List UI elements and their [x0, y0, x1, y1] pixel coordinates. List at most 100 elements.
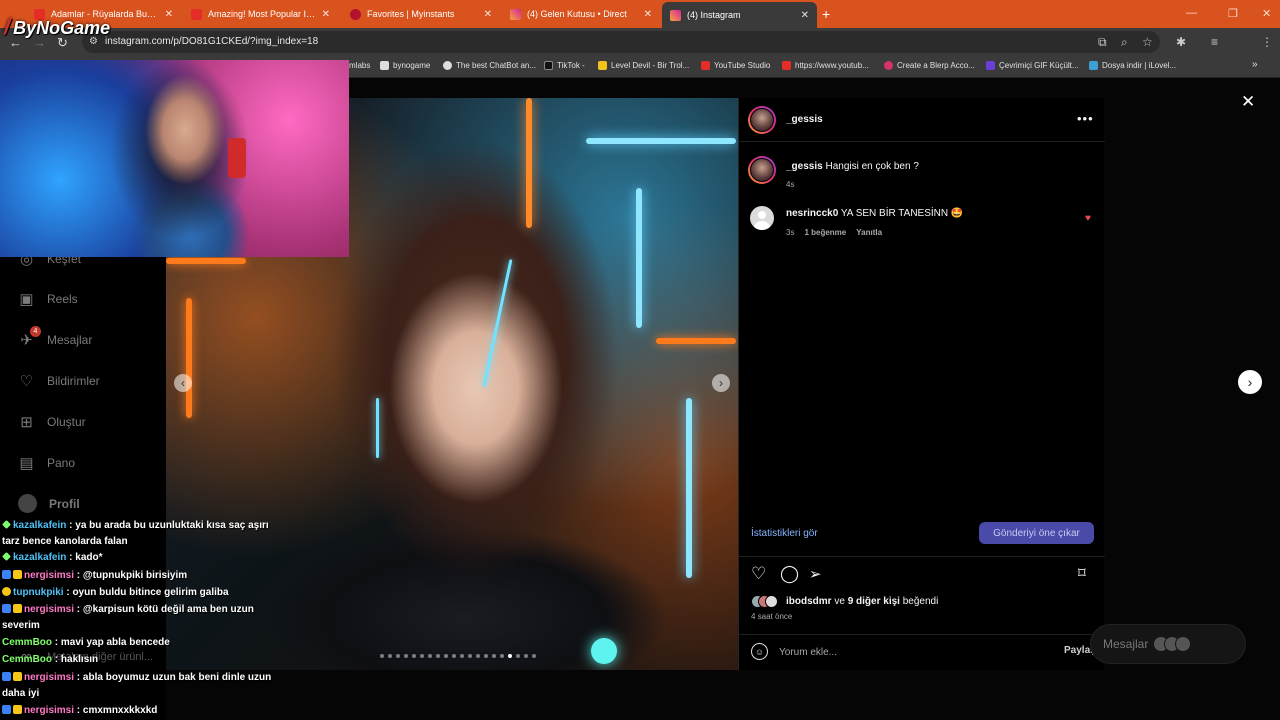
close-tab-icon[interactable]: ✕	[322, 9, 330, 20]
sidebar-item-notifications[interactable]: ♡ Bildirimler	[18, 372, 100, 390]
bookmark-label: Create a Blerp Acco...	[897, 61, 975, 70]
share-icon[interactable]: ➢	[809, 565, 822, 583]
avatar[interactable]	[750, 206, 774, 230]
bookmark-item[interactable]: Create a Blerp Acco...	[884, 61, 975, 70]
chat-user: CemmBoo	[2, 654, 53, 665]
sidebar-item-create[interactable]: ⊞ Oluştur	[18, 413, 85, 431]
comment-time: 3s	[786, 228, 795, 237]
sidebar-item-label: Pano	[47, 455, 76, 470]
comment-like-icon[interactable]: ♥	[1085, 213, 1091, 224]
badge-icon	[2, 672, 11, 681]
bookmark-item[interactable]: https://www.youtub...	[782, 61, 869, 70]
carousel-next-button[interactable]: ›	[712, 374, 730, 392]
post-header: _gessis •••	[739, 98, 1105, 142]
save-icon[interactable]: ⌑	[1078, 564, 1086, 582]
menu-kebab-icon[interactable]: ⋮	[1261, 35, 1273, 49]
bookmark-item[interactable]: YouTube Studio	[701, 61, 770, 70]
playlist-icon[interactable]: ≡	[1211, 35, 1218, 49]
bookmark-icon	[380, 61, 389, 70]
sidebar-item-messages[interactable]: ✈ 4 Mesajlar	[18, 326, 93, 349]
bookmark-label: Dosya indir | iLovel...	[1102, 61, 1177, 70]
bookmark-item[interactable]: TikTok -	[544, 61, 585, 70]
chat-message: tupnukpiki : oyun buldu bitince gelirim …	[2, 585, 272, 601]
install-app-icon[interactable]: ⧉	[1098, 35, 1107, 50]
close-tab-icon[interactable]: ✕	[644, 9, 652, 20]
comment-likes[interactable]: 1 beğenme	[804, 228, 846, 237]
sidebar-item-reels[interactable]: ▣ Reels	[18, 290, 77, 308]
chat-message: CemmBoo : haklısın	[2, 652, 272, 668]
liked-by-user[interactable]: ibodsdmr	[786, 596, 832, 607]
plus-square-icon: ⊞	[20, 413, 33, 431]
close-window-icon[interactable]: ✕	[1262, 7, 1271, 20]
neon-light	[186, 298, 192, 418]
browser-tab[interactable]: (4) Gelen Kutusu • Direct ✕	[502, 3, 660, 25]
boost-post-button[interactable]: Gönderiyi öne çıkar	[979, 522, 1094, 544]
chest-light	[591, 638, 617, 664]
face-circuit-line	[482, 259, 513, 387]
bookmark-icon	[1089, 61, 1098, 70]
sidebar-item-dashboard[interactable]: ▤ Pano	[18, 454, 76, 472]
close-tab-icon[interactable]: ✕	[484, 9, 492, 20]
comment-input[interactable]	[779, 644, 1059, 660]
dashboard-icon: ▤	[19, 454, 34, 472]
bookmark-item[interactable]: The best ChatBot an...	[443, 61, 536, 70]
chat-text: : @tupnukpiki birisiyim	[74, 570, 188, 581]
zoom-icon[interactable]: ⌕	[1121, 35, 1128, 50]
sidebar-item-profile[interactable]: Profil	[18, 494, 80, 513]
avatar[interactable]	[748, 106, 776, 134]
new-tab-button[interactable]: +	[822, 6, 830, 22]
bookmark-label: Level Devil - Bir Trol...	[611, 61, 690, 70]
bookmark-item[interactable]: Level Devil - Bir Trol...	[598, 61, 689, 70]
carousel-prev-button[interactable]: ‹	[174, 374, 192, 392]
browser-tab[interactable]: Amazing! Most Popular Indian... ✕	[183, 3, 338, 25]
emoji-icon[interactable]: ☺	[751, 643, 768, 660]
badge-icon	[13, 570, 22, 579]
more-bookmarks-icon[interactable]: »	[1252, 59, 1258, 70]
bookmark-label: Çevrimiçi GIF Küçült...	[999, 61, 1079, 70]
bookmark-label: YouTube Studio	[714, 61, 771, 70]
more-options-icon[interactable]: •••	[1077, 111, 1094, 126]
close-tab-icon[interactable]: ✕	[165, 9, 173, 20]
badge-icon	[2, 570, 11, 579]
badge-icon	[13, 705, 22, 714]
tab-title: (4) Gelen Kutusu • Direct	[527, 9, 627, 19]
extensions-icon[interactable]: ✱	[1176, 35, 1186, 49]
sub-badge-icon	[2, 552, 11, 561]
bookmark-icon	[443, 61, 452, 70]
caption-user[interactable]: _gessis	[786, 161, 823, 172]
chat-user: tupnukpiki	[13, 587, 64, 598]
bookmark-star-icon[interactable]: ☆	[1142, 35, 1153, 49]
next-post-button[interactable]: ›	[1238, 370, 1262, 394]
bookmark-item[interactable]: bynogame	[380, 61, 430, 70]
liked-by-others[interactable]: 9 diğer kişi	[848, 596, 900, 607]
browser-tab[interactable]: Favorites | Myinstants ✕	[342, 3, 500, 25]
chat-text: : cmxmnxxkkxkd	[74, 705, 158, 716]
maximize-icon[interactable]: ❐	[1228, 7, 1238, 20]
bookmark-item[interactable]: Çevrimiçi GIF Küçült...	[986, 61, 1079, 70]
liked-by: ibodsdmr ve 9 diğer kişi beğendi	[751, 595, 938, 608]
reply-button[interactable]: Yanıtla	[856, 228, 882, 237]
close-icon[interactable]: ✕	[1241, 92, 1255, 112]
sidebar-item-label: Mesajlar	[47, 332, 93, 347]
close-tab-icon[interactable]: ✕	[801, 10, 809, 21]
url-text[interactable]: instagram.com/p/DO81G1CKEd/?img_index=18	[105, 36, 318, 47]
avatar[interactable]	[748, 156, 776, 184]
bookmark-label: https://www.youtub...	[795, 61, 869, 70]
sidebar-item-label: Bildirimler	[47, 373, 100, 388]
logo-slash-icon: /	[4, 14, 11, 39]
badge-icon	[13, 672, 22, 681]
comment-icon[interactable]: ◯	[780, 564, 799, 584]
post-author[interactable]: _gessis	[786, 114, 823, 125]
messages-pill[interactable]: Mesajlar	[1090, 624, 1246, 664]
view-insights-link[interactable]: İstatistikleri gör	[751, 528, 818, 539]
divider	[739, 556, 1105, 557]
chat-message: nergisimsi : cmxmnxxkkxkd	[2, 703, 272, 719]
sub-badge-icon	[2, 520, 11, 529]
bookmark-item[interactable]: Dosya indir | iLovel...	[1089, 61, 1176, 70]
browser-tab-active[interactable]: (4) Instagram ✕	[662, 2, 817, 28]
comment-user[interactable]: nesrincck0	[786, 208, 838, 219]
like-icon[interactable]: ♡	[751, 564, 766, 584]
minimize-icon[interactable]: —	[1186, 7, 1197, 19]
bookmark-item[interactable]: mlabs	[349, 61, 370, 70]
bookmark-label: mlabs	[349, 61, 371, 70]
